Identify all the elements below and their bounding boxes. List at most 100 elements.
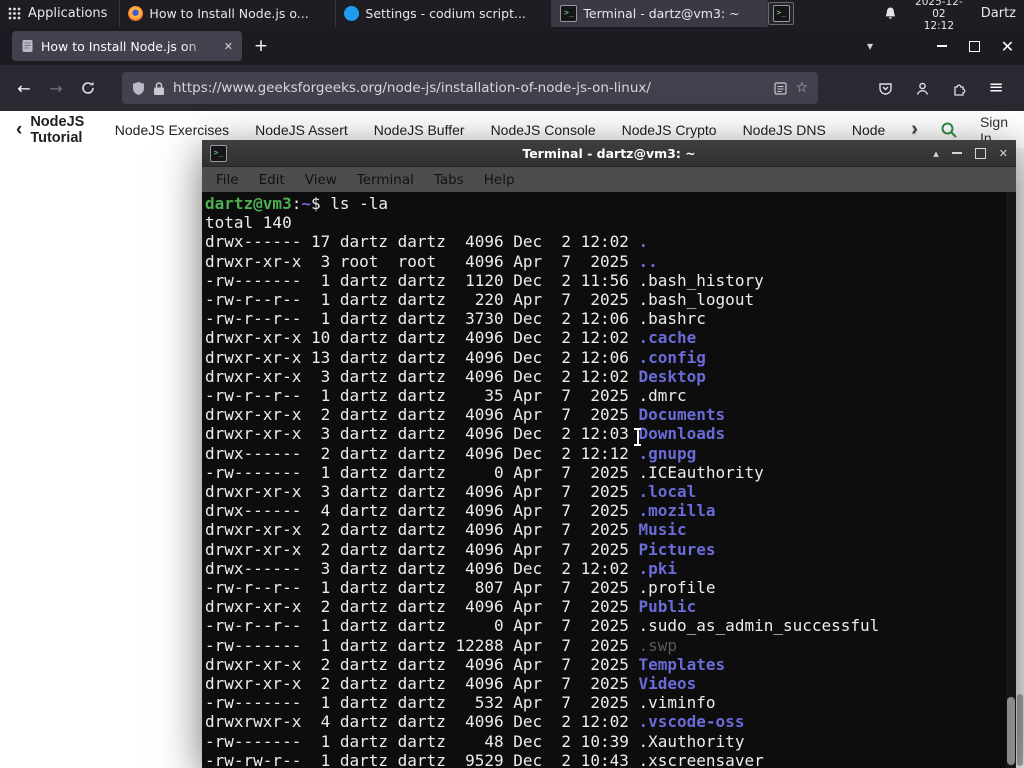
file-name: Music	[638, 520, 687, 540]
file-meta: -rw------- 1 dartz dartz 12288 Apr 7 202…	[205, 635, 639, 655]
terminal-line: drwxr-xr-x 3 dartz dartz 4096 Dec 2 12:0…	[205, 367, 1004, 386]
file-meta: -rw------- 1 dartz dartz 48 Dec 2 10:39	[205, 731, 639, 751]
panel-task-button[interactable]: Settings - codium script...	[336, 0, 553, 27]
search-icon[interactable]	[940, 121, 958, 139]
terminal-prompt-line: dartz@vm3:~$ ls -la	[205, 194, 1004, 213]
browser-tab[interactable]: How to Install Node.js on ✕	[12, 31, 242, 61]
terminal-line: drwxrwxr-x 4 dartz dartz 4096 Dec 2 12:0…	[205, 712, 1004, 731]
terminal-titlebar[interactable]: Terminal - dartz@vm3: ~ ▴ ✕	[202, 140, 1016, 167]
url-bar[interactable]: https://www.geeksforgeeks.org/node-js/in…	[122, 72, 818, 104]
window-close-button[interactable]: ✕	[991, 27, 1024, 65]
terminal-menu-terminal[interactable]: Terminal	[347, 170, 424, 190]
terminal-scrollbar-thumb[interactable]	[1007, 697, 1015, 765]
panel-username[interactable]: Dartz	[981, 6, 1016, 21]
terminal-line: drwxr-xr-x 13 dartz dartz 4096 Dec 2 12:…	[205, 348, 1004, 367]
extensions-icon[interactable]	[943, 72, 975, 104]
file-meta: drwxr-xr-x 2 dartz dartz 4096 Apr 7 2025	[205, 405, 639, 425]
notification-bell-icon[interactable]	[884, 6, 897, 21]
terminal-line: -rw-r--r-- 1 dartz dartz 0 Apr 7 2025 .s…	[205, 616, 1004, 635]
file-name: .sudo_as_admin_successful	[638, 616, 880, 636]
forward-button[interactable]: →	[40, 72, 72, 104]
lock-icon[interactable]	[153, 81, 165, 96]
terminal-body[interactable]: dartz@vm3:~$ ls -la total 140 drwx------…	[202, 192, 1016, 768]
chevron-left-icon: ‹	[16, 119, 23, 140]
url-text: https://www.geeksforgeeks.org/node-js/in…	[173, 80, 651, 96]
toolbar-right: ≡	[869, 72, 1016, 104]
terminal-line: drwx------ 3 dartz dartz 4096 Dec 2 12:0…	[205, 559, 1004, 578]
terminal-menu-edit[interactable]: Edit	[249, 170, 295, 190]
page-scrollbar[interactable]	[1016, 148, 1024, 768]
maximize-icon	[969, 40, 980, 52]
site-nav-item[interactable]: NodeJS Buffer	[374, 122, 465, 138]
file-meta: drwxr-xr-x 3 root root 4096 Apr 7 2025	[205, 251, 639, 271]
terminal-menu-help[interactable]: Help	[474, 170, 525, 190]
file-name: .mozilla	[638, 501, 716, 521]
window-maximize-button[interactable]	[958, 27, 991, 65]
terminal-minimize-button[interactable]	[951, 152, 962, 154]
account-icon[interactable]	[906, 72, 938, 104]
menu-button[interactable]: ≡	[980, 72, 1012, 104]
file-name: Desktop	[638, 366, 706, 386]
total-line: total 140	[205, 213, 292, 233]
terminal-line: drwx------ 17 dartz dartz 4096 Dec 2 12:…	[205, 232, 1004, 251]
site-nav-item[interactable]: NodeJS Assert	[255, 122, 348, 138]
terminal-line: drwxr-xr-x 2 dartz dartz 4096 Apr 7 2025…	[205, 520, 1004, 539]
terminal-maximize-button[interactable]	[974, 147, 986, 159]
site-nav-item[interactable]: NodeJS Crypto	[622, 122, 717, 138]
command-text: ls -la	[330, 194, 389, 213]
panel-clock[interactable]: 2025-12-02 12:12	[911, 0, 967, 32]
file-meta: -rw-r--r-- 1 dartz dartz 0 Apr 7 2025	[205, 616, 639, 636]
terminal-output: drwx------ 17 dartz dartz 4096 Dec 2 12:…	[205, 232, 1004, 768]
file-name: Videos	[638, 674, 697, 694]
file-name: .viminfo	[638, 693, 716, 713]
bookmark-star-icon[interactable]: ☆	[795, 80, 808, 96]
terminal-window: Terminal - dartz@vm3: ~ ▴ ✕ FileEditView…	[202, 140, 1016, 768]
new-tab-button[interactable]: +	[246, 31, 276, 61]
file-meta: -rw------- 1 dartz dartz 0 Apr 7 2025	[205, 462, 639, 482]
prompt-userhost: dartz@vm3	[205, 194, 292, 213]
site-nav-back[interactable]: ‹ NodeJS Tutorial	[16, 114, 89, 146]
reader-view-icon[interactable]	[774, 81, 788, 95]
file-meta: drwxr-xr-x 2 dartz dartz 4096 Apr 7 2025	[205, 654, 639, 674]
file-name: Downloads	[638, 424, 726, 444]
page-scrollbar-thumb[interactable]	[1017, 694, 1023, 766]
terminal-scrollbar[interactable]	[1006, 192, 1016, 768]
terminal-line: -rw-r--r-- 1 dartz dartz 3730 Dec 2 12:0…	[205, 309, 1004, 328]
site-nav-item[interactable]: NodeJS DNS	[743, 122, 826, 138]
tracking-shield-icon[interactable]	[132, 81, 145, 96]
file-name: .cache	[638, 328, 697, 348]
tab-close-icon[interactable]: ✕	[224, 40, 233, 53]
panel-task-button[interactable]: Terminal - dartz@vm3: ~	[552, 0, 769, 27]
site-nav-item[interactable]: NodeJS Console	[491, 122, 596, 138]
file-name: Documents	[638, 405, 726, 425]
file-name: .dmrc	[638, 386, 687, 406]
terminal-shade-button[interactable]: ▴	[933, 147, 939, 160]
panel-task-button[interactable]: How to Install Node.js o...	[120, 0, 337, 27]
file-meta: drwx------ 4 dartz dartz 4096 Apr 7 2025	[205, 501, 639, 521]
tabbar-right: ▾ ✕	[855, 27, 1024, 65]
terminal-line: drwxr-xr-x 3 dartz dartz 4096 Apr 7 2025…	[205, 482, 1004, 501]
terminal-line: -rw-r--r-- 1 dartz dartz 35 Apr 7 2025 .…	[205, 386, 1004, 405]
terminal-menu-file[interactable]: File	[206, 170, 249, 190]
terminal-close-button[interactable]: ✕	[999, 147, 1008, 160]
site-nav-item[interactable]: Node	[852, 122, 885, 138]
applications-label: Applications	[28, 6, 108, 21]
window-minimize-button[interactable]	[925, 27, 958, 65]
back-button[interactable]: ←	[8, 72, 40, 104]
app-grid-icon	[8, 7, 21, 20]
file-name: Pictures	[638, 539, 716, 559]
file-name: .pki	[638, 558, 678, 578]
site-nav-item[interactable]: NodeJS Exercises	[115, 122, 229, 138]
chevron-right-icon[interactable]: ›	[911, 118, 918, 141]
applications-button[interactable]: Applications	[0, 0, 121, 27]
terminal-launcher[interactable]	[768, 2, 795, 25]
list-all-tabs-icon[interactable]: ▾	[855, 39, 885, 53]
pocket-icon[interactable]	[869, 72, 901, 104]
panel-task-list: How to Install Node.js o... Settings - co…	[120, 0, 769, 27]
reload-button[interactable]	[72, 72, 104, 104]
terminal-menu-view[interactable]: View	[295, 170, 347, 190]
terminal-line: drwxr-xr-x 3 root root 4096 Apr 7 2025 .…	[205, 252, 1004, 271]
terminal-menu-tabs[interactable]: Tabs	[424, 170, 474, 190]
file-meta: -rw------- 1 dartz dartz 1120 Dec 2 11:5…	[205, 270, 639, 290]
file-name: .local	[638, 482, 697, 502]
